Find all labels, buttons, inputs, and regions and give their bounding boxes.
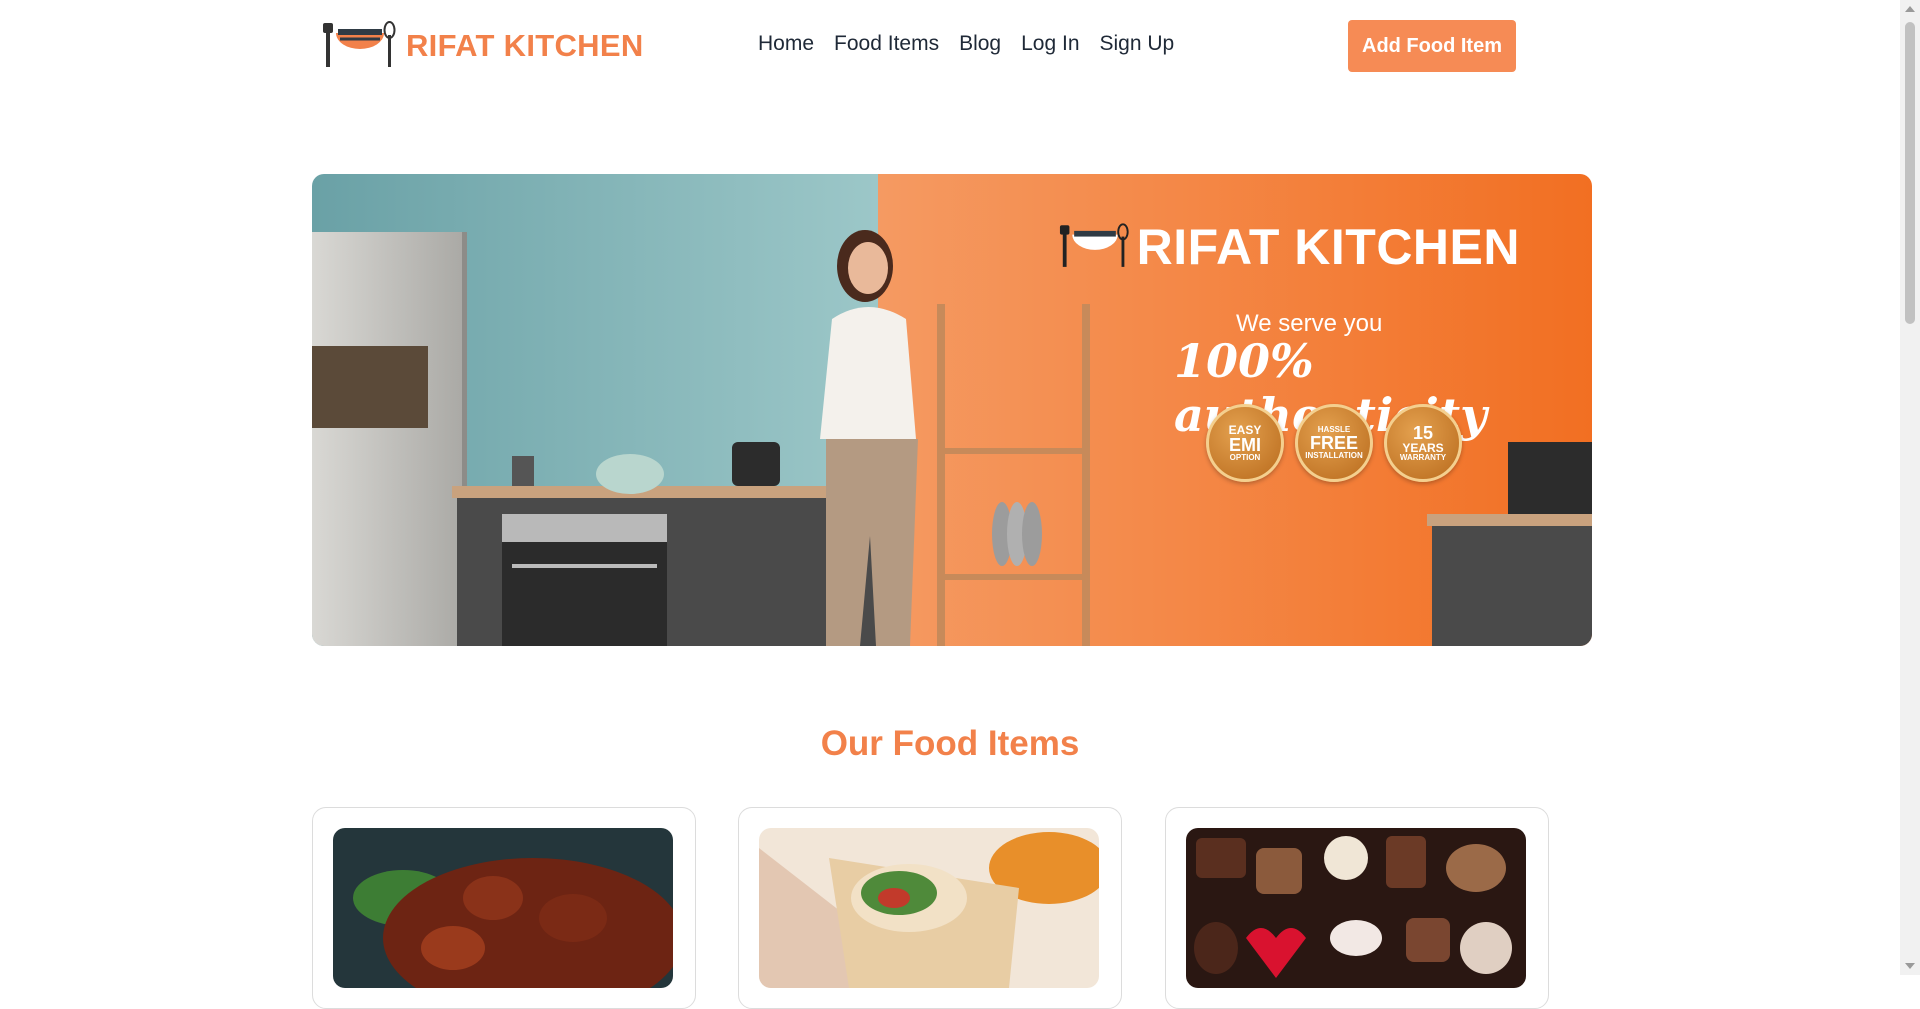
food-image [333, 828, 673, 988]
section-title: Our Food Items [820, 724, 1080, 763]
hero-banner: RIFAT KITCHEN We serve you 100% authenti… [312, 174, 1592, 646]
nav-link-log-in[interactable]: Log In [1021, 32, 1079, 56]
scrollbar-thumb[interactable] [1905, 22, 1915, 324]
hero-image [312, 174, 1592, 646]
food-image [759, 828, 1099, 988]
navbar: RIFAT KITCHEN Home Food Items Blog Log I… [0, 0, 1900, 95]
nav-link-sign-up[interactable]: Sign Up [1100, 32, 1175, 56]
food-image [1186, 828, 1526, 988]
brand[interactable]: RIFAT KITCHEN [322, 18, 644, 74]
kitchen-bowl-utensils-icon [322, 21, 398, 71]
food-card[interactable] [312, 807, 696, 1009]
nav-link-home[interactable]: Home [758, 32, 814, 56]
food-card[interactable] [1165, 807, 1549, 1009]
nav-link-blog[interactable]: Blog [959, 32, 1001, 56]
scroll-down-arrow-icon[interactable] [1905, 963, 1915, 969]
scroll-up-arrow-icon[interactable] [1905, 6, 1915, 12]
food-card[interactable] [738, 807, 1122, 1009]
main-menu: Home Food Items Blog Log In Sign Up [758, 32, 1174, 56]
vertical-scrollbar[interactable] [1900, 0, 1920, 975]
nav-link-food-items[interactable]: Food Items [834, 32, 939, 56]
add-food-item-button[interactable]: Add Food Item [1348, 20, 1516, 72]
brand-name: RIFAT KITCHEN [406, 28, 644, 63]
